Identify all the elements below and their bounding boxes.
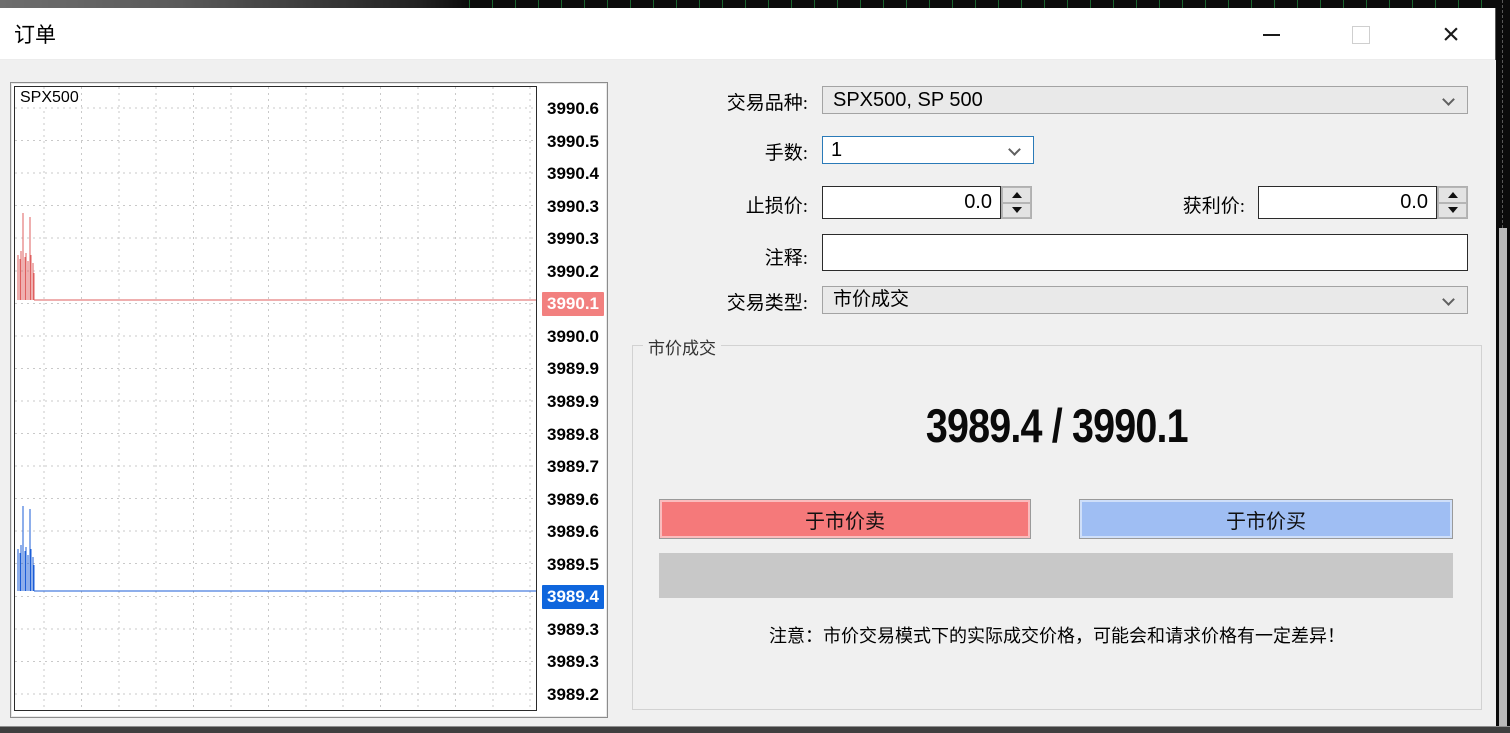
chevron-down-icon (1442, 293, 1455, 306)
scale-label: 3989.6 (547, 488, 599, 512)
execution-progress-bar (659, 553, 1453, 598)
group-title: 市价成交 (643, 334, 721, 359)
arrow-up-icon (1012, 192, 1022, 198)
quote-text: 3989.4 / 3990.1 (926, 398, 1188, 453)
dialog-client-area: SPX500 3990.63990.53990.43990.33990.3399… (0, 60, 1496, 726)
stop-loss-input[interactable] (822, 186, 1001, 219)
scale-label: 3989.9 (547, 357, 599, 381)
symbol-value: SPX500, SP 500 (833, 89, 983, 111)
take-profit-input[interactable] (1258, 186, 1437, 219)
comment-input[interactable] (822, 234, 1468, 271)
window-title: 订单 (14, 19, 56, 49)
chart-symbol-label: SPX500 (18, 89, 81, 107)
lots-value: 1 (831, 139, 842, 161)
bid-price-badge: 3989.4 (542, 585, 604, 609)
lots-combobox[interactable]: 1 (822, 136, 1034, 164)
order-type-value: 市价成交 (833, 289, 909, 310)
close-icon: × (1442, 20, 1460, 50)
maximize-icon (1352, 26, 1370, 44)
title-bar[interactable]: 订单 × (0, 8, 1495, 60)
scale-label: 3989.2 (547, 683, 599, 707)
arrow-down-icon (1448, 207, 1458, 213)
background-chart-strip-right (1496, 0, 1510, 733)
spin-down-button[interactable] (1438, 203, 1467, 219)
background-strip-bottom (0, 726, 1510, 733)
spin-up-button[interactable] (1438, 187, 1467, 203)
bid-ask-quote: 3989.4 / 3990.1 (633, 398, 1481, 453)
minimize-icon (1263, 34, 1280, 36)
slippage-notice: 注意：市价交易模式下的实际成交价格，可能会和请求价格有一定差异！ (633, 622, 1481, 648)
background-chart-strip-top (0, 0, 1510, 8)
scale-label: 3989.6 (547, 520, 599, 544)
sell-by-market-button[interactable]: 于市价卖 (659, 499, 1031, 539)
scale-label: 3989.7 (547, 455, 599, 479)
scale-label: 3989.5 (547, 553, 599, 577)
scale-label: 3989.3 (547, 650, 599, 674)
stop-loss-spinner (1001, 186, 1032, 219)
tick-chart-widget: SPX500 3990.63990.53990.43990.33990.3399… (10, 82, 608, 718)
scale-label: 3990.0 (547, 325, 599, 349)
spin-down-button[interactable] (1002, 203, 1031, 219)
tick-chart-plot: SPX500 (14, 86, 537, 711)
lots-label: 手数: (560, 140, 808, 168)
price-scale: 3990.63990.53990.43990.33990.33990.23990… (541, 86, 607, 711)
symbol-dropdown[interactable]: SPX500, SP 500 (822, 86, 1468, 114)
chevron-down-icon (1008, 143, 1021, 156)
tick-chart-svg (15, 87, 536, 710)
background-scrollbar (1499, 228, 1507, 727)
take-profit-spinner (1437, 186, 1468, 219)
buy-by-market-button[interactable]: 于市价买 (1079, 499, 1453, 539)
order-type-label: 交易类型: (560, 290, 808, 318)
close-button[interactable]: × (1424, 16, 1478, 54)
comment-label: 注释: (560, 240, 808, 277)
chevron-down-icon (1442, 93, 1455, 106)
take-profit-label: 获利价: (1100, 190, 1245, 223)
scale-label: 3989.9 (547, 390, 599, 414)
arrow-up-icon (1448, 192, 1458, 198)
symbol-label: 交易品种: (560, 90, 808, 118)
maximize-button[interactable] (1334, 16, 1388, 54)
arrow-down-icon (1012, 207, 1022, 213)
market-execution-group: 市价成交 3989.4 / 3990.1 于市价卖 于市价买 注意：市价交易模式… (632, 345, 1482, 710)
stop-loss-label: 止损价: (560, 190, 808, 223)
order-dialog: 订单 × SPX500 3990.63990.53990.43990.33990… (0, 8, 1496, 726)
order-type-dropdown[interactable]: 市价成交 (822, 286, 1468, 314)
minimize-button[interactable] (1244, 16, 1298, 54)
scale-label: 3989.3 (547, 618, 599, 642)
scale-label: 3989.8 (547, 423, 599, 447)
spin-up-button[interactable] (1002, 187, 1031, 203)
